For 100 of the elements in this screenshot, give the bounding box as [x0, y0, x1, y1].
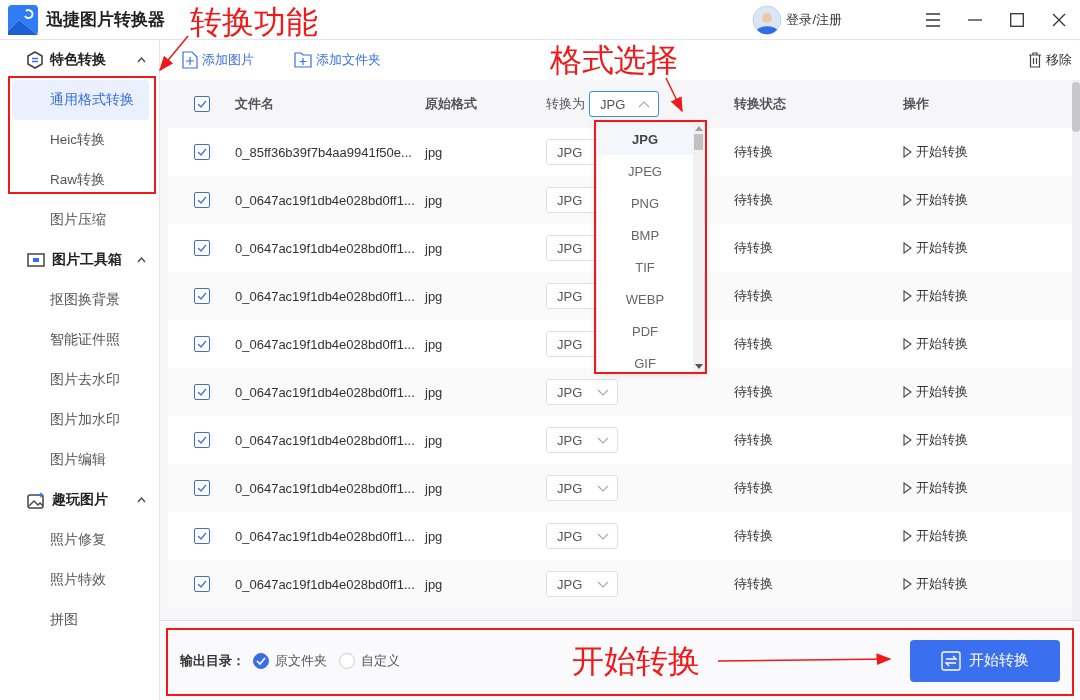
sidebar-item[interactable]: 抠图换背景 [12, 280, 149, 320]
play-icon [903, 482, 912, 494]
sidebar-item[interactable]: 图片加水印 [12, 400, 149, 440]
start-convert-link[interactable]: 开始转换 [903, 383, 968, 401]
format-select[interactable]: JPG [589, 91, 659, 117]
sidebar-group-title[interactable]: 趣玩图片 [52, 491, 130, 509]
scroll-thumb[interactable] [694, 134, 703, 150]
format-cell-text: jpg [425, 192, 444, 208]
app-title: 迅捷图片转换器 [46, 9, 165, 31]
caret-up-icon[interactable] [137, 257, 146, 263]
play-icon [903, 338, 912, 350]
format-cell-text: jpg [425, 576, 444, 592]
row-checkbox[interactable] [194, 528, 210, 544]
sidebar-item[interactable]: 智能证件照 [12, 320, 149, 360]
status-cell-text: 待转换 [734, 383, 774, 401]
start-convert-link[interactable]: 开始转换 [903, 287, 968, 305]
target-format-select[interactable]: JPG [546, 523, 618, 549]
status-cell-text: 待转换 [734, 143, 774, 161]
file-name-cell-text: 0_0647ac19f1db4e028bd0ff1... [235, 432, 416, 448]
annotation-label: 格式选择 [550, 44, 678, 76]
format-cell-text: jpg [425, 384, 444, 400]
sidebar-item[interactable]: 通用格式转换 [12, 80, 149, 120]
status-cell-text: 待转换 [734, 239, 774, 257]
add-file-icon [182, 51, 198, 69]
sidebar-group-title[interactable]: 特色转换 [50, 51, 130, 69]
status-cell-text: 待转换 [734, 191, 774, 209]
check-icon [197, 196, 207, 204]
check-icon [197, 340, 207, 348]
check-icon [197, 148, 207, 156]
row-checkbox[interactable] [194, 336, 210, 352]
format-option[interactable]: GIF [597, 347, 693, 372]
app-logo-icon [8, 4, 38, 35]
start-convert-link[interactable]: 开始转换 [903, 575, 968, 593]
add-folder-button[interactable]: 添加文件夹 [294, 51, 381, 69]
row-checkbox[interactable] [194, 576, 210, 592]
image-sparkle-icon [27, 491, 45, 509]
play-icon [903, 530, 912, 542]
add-folder-icon [294, 52, 312, 68]
target-format-select[interactable]: JPG [546, 427, 618, 453]
format-cell-text: jpg [425, 336, 444, 352]
row-checkbox[interactable] [194, 144, 210, 160]
sidebar-item[interactable]: 图片编辑 [12, 440, 149, 480]
dropdown-scrollbar[interactable] [693, 123, 704, 372]
radio-label[interactable]: 原文件夹 [275, 651, 327, 670]
add-image-button[interactable]: 添加图片 [182, 51, 254, 69]
check-icon [197, 532, 207, 540]
annotation-label: 开始转换 [572, 645, 700, 677]
row-checkbox[interactable] [194, 384, 210, 400]
row-checkbox[interactable] [194, 288, 210, 304]
start-convert-link[interactable]: 开始转换 [903, 479, 968, 497]
row-checkbox[interactable] [194, 192, 210, 208]
row-checkbox[interactable] [194, 240, 210, 256]
maximize-icon [1010, 12, 1024, 27]
file-name-cell-text: 0_0647ac19f1db4e028bd0ff1... [235, 480, 416, 496]
check-icon [197, 244, 207, 252]
radio-label[interactable]: 自定义 [361, 651, 400, 670]
radio-button[interactable] [253, 652, 269, 669]
row-checkbox[interactable] [194, 432, 210, 448]
start-convert-link[interactable]: 开始转换 [903, 527, 968, 545]
play-icon [903, 578, 912, 590]
file-name-cell-text: 0_0647ac19f1db4e028bd0ff1... [235, 576, 416, 592]
trash-icon [1028, 52, 1042, 68]
play-icon [903, 194, 912, 206]
sidebar-item[interactable]: Raw转换 [12, 160, 149, 200]
start-convert-button[interactable]: 开始转换 [910, 639, 1060, 682]
play-icon [903, 242, 912, 254]
select-all-checkbox[interactable] [194, 96, 210, 112]
caret-up-icon[interactable] [137, 497, 146, 503]
chevron-down-icon [597, 580, 609, 588]
start-convert-link[interactable]: 开始转换 [903, 191, 968, 209]
format-cell-text: jpg [425, 144, 444, 160]
login-link[interactable]: 登录/注册 [786, 10, 842, 29]
target-format-select[interactable]: JPG [546, 475, 618, 501]
check-icon [197, 436, 207, 444]
sidebar-item[interactable]: Heic转换 [12, 120, 149, 160]
start-convert-link[interactable]: 开始转换 [903, 431, 968, 449]
annotation-arrow [665, 77, 683, 113]
row-checkbox[interactable] [194, 480, 210, 496]
radio-button[interactable] [339, 652, 355, 669]
sidebar-item[interactable]: 拼图 [12, 600, 149, 640]
play-icon [903, 434, 912, 446]
caret-up-icon[interactable] [137, 57, 146, 63]
target-format-select[interactable]: JPG [546, 379, 618, 405]
sidebar-item[interactable]: 图片去水印 [12, 360, 149, 400]
avatar-icon[interactable] [752, 4, 783, 35]
start-convert-link[interactable]: 开始转换 [903, 335, 968, 353]
sidebar-item[interactable]: 照片修复 [12, 520, 149, 560]
sidebar-item[interactable]: 图片压缩 [12, 200, 149, 240]
start-convert-link[interactable]: 开始转换 [903, 143, 968, 161]
column-header: 原始格式 [425, 95, 478, 113]
target-format-select[interactable]: JPG [546, 571, 618, 597]
start-convert-link[interactable]: 开始转换 [903, 239, 968, 257]
sidebar-item[interactable]: 照片特效 [12, 560, 149, 600]
chevron-down-icon [597, 484, 609, 492]
sidebar-group-title[interactable]: 图片工具箱 [52, 251, 130, 269]
scrollbar[interactable] [1072, 80, 1080, 620]
format-option[interactable]: JPG [597, 123, 693, 155]
chevron-down-icon [597, 436, 609, 444]
remove-button[interactable]: 移除 [1028, 51, 1072, 69]
file-name-cell-text: 0_0647ac19f1db4e028bd0ff1... [235, 384, 416, 400]
